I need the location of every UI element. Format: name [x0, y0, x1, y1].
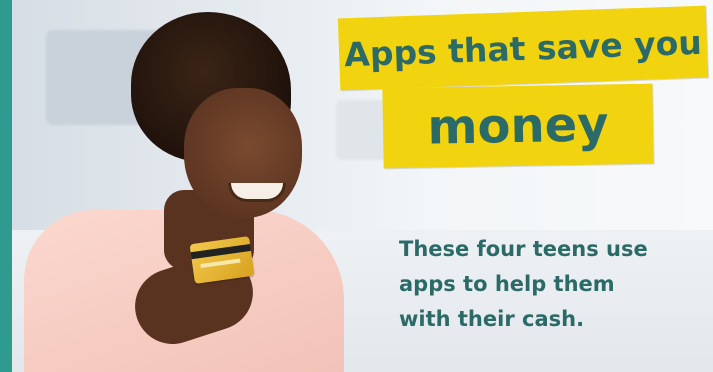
subtitle-line-3: with their cash.: [399, 307, 585, 331]
card-signature-line: [200, 258, 241, 269]
magazine-page: Apps that save you money These four teen…: [6, 0, 713, 372]
credit-card-icon: [189, 236, 255, 284]
teal-page-edge: [6, 0, 12, 372]
subtitle: These four teens use apps to help them w…: [399, 232, 699, 337]
card-magnetic-strip: [190, 243, 252, 260]
title-line-1: Apps that save you: [343, 22, 703, 74]
title-banner-top: Apps that save you: [337, 5, 709, 91]
subtitle-line-2: apps to help them: [399, 272, 615, 296]
subtitle-line-1: These four teens use: [399, 237, 648, 261]
title-line-2: money: [427, 96, 609, 156]
title-banner-bottom: money: [382, 83, 654, 169]
